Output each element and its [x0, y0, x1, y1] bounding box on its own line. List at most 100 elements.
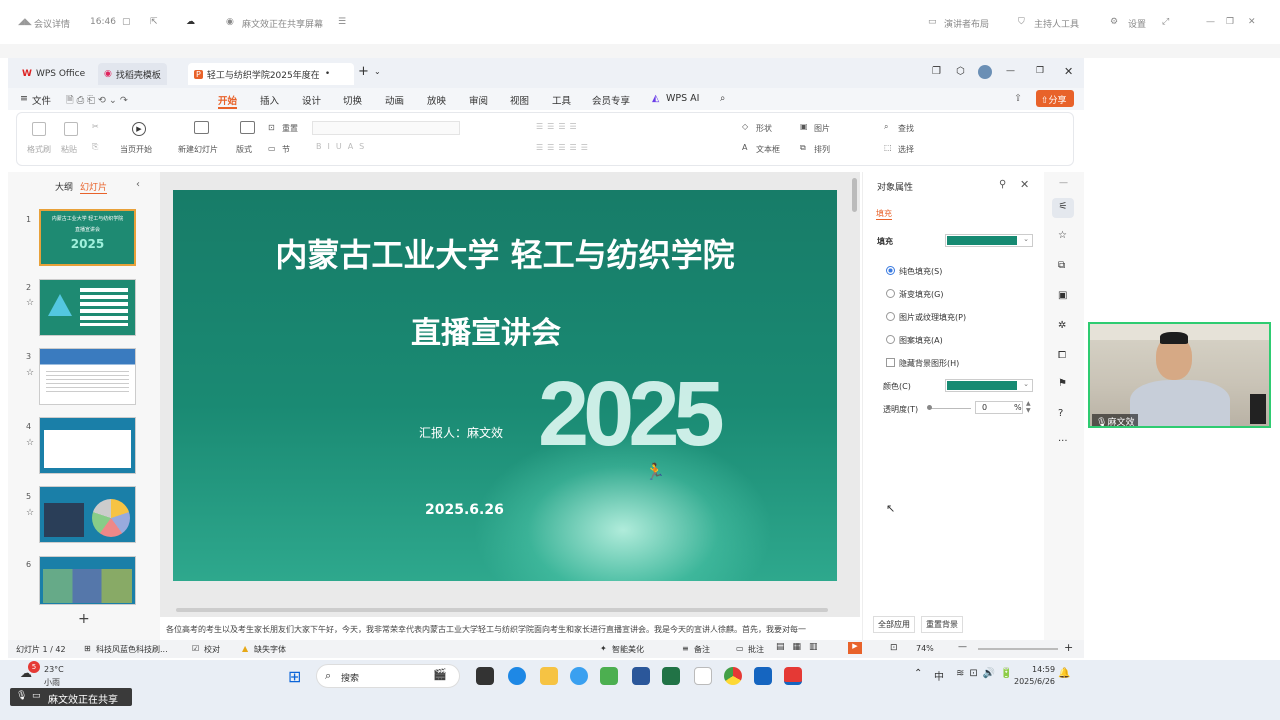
- slider-handle[interactable]: [927, 405, 932, 410]
- win-min-icon[interactable]: —: [1006, 66, 1015, 76]
- slide-title[interactable]: 内蒙古工业大学 轻工与纺织学院: [173, 230, 837, 276]
- notification-icon[interactable]: 🔔: [1058, 668, 1070, 679]
- reset-background-button[interactable]: 重置背景: [921, 616, 963, 633]
- tab-close-icon[interactable]: •: [325, 69, 330, 79]
- radio-pattern[interactable]: [886, 335, 895, 344]
- cut-icon[interactable]: ✂: [92, 122, 99, 131]
- host-tools-button[interactable]: 主持人工具: [1034, 17, 1079, 30]
- clock-time[interactable]: 14:59: [1032, 665, 1055, 674]
- taskbar-search[interactable]: ⌕ 搜索 🎬: [316, 664, 460, 688]
- menu-tools[interactable]: 工具: [552, 93, 571, 107]
- meeting-details[interactable]: 会议详情: [34, 17, 70, 30]
- wps-taskbar-icon[interactable]: [784, 667, 802, 685]
- excel-icon[interactable]: [662, 667, 680, 685]
- green-app-icon[interactable]: [600, 667, 618, 685]
- settings-button[interactable]: 设置: [1128, 17, 1146, 30]
- transparency-slider[interactable]: [929, 408, 971, 409]
- help-icon[interactable]: ?: [1058, 408, 1063, 419]
- color-select[interactable]: ⌄: [945, 379, 1033, 392]
- tray-chevron-icon[interactable]: ⌃: [914, 668, 922, 679]
- ime-indicator[interactable]: 中: [934, 668, 944, 683]
- share-button[interactable]: ⇧分享: [1036, 90, 1074, 107]
- menu-slideshow[interactable]: 放映: [427, 93, 446, 107]
- zoom-out-icon[interactable]: —: [958, 642, 967, 652]
- hamburger-icon[interactable]: ≡: [20, 93, 28, 104]
- slide-thumb-1[interactable]: 内蒙古工业大学 轻工与纺织学院 直播宣讲会 2025: [39, 209, 136, 266]
- slide-main[interactable]: 内蒙古工业大学 轻工与纺织学院 直播宣讲会 2025 🏃 汇报人：麻文效 202…: [173, 190, 837, 581]
- slide-thumb-3[interactable]: [39, 348, 136, 405]
- from-current-button[interactable]: 当页开始: [120, 144, 152, 155]
- layout-button[interactable]: 演讲者布局: [944, 17, 989, 30]
- radio-picture[interactable]: [886, 312, 895, 321]
- user-avatar[interactable]: [978, 65, 992, 79]
- new-slide-button[interactable]: 新建幻灯片: [178, 144, 218, 155]
- radio-solid[interactable]: [886, 266, 895, 275]
- frame-tool-icon[interactable]: ⧠: [1058, 350, 1066, 361]
- cube-icon[interactable]: ⬡: [956, 66, 965, 77]
- close-icon[interactable]: ✕: [1248, 17, 1256, 27]
- collapse-icon[interactable]: —: [1059, 178, 1068, 188]
- file-explorer-icon[interactable]: [540, 667, 558, 685]
- presenter-video[interactable]: 🎙麻文效: [1088, 322, 1271, 428]
- task-view-icon[interactable]: [476, 667, 494, 685]
- menu-transition[interactable]: 切换: [343, 93, 362, 107]
- fill-section-label[interactable]: 填充: [877, 236, 893, 247]
- align-buttons[interactable]: ☰☰☰☰☰: [536, 143, 592, 152]
- star-icon[interactable]: ☆: [26, 298, 34, 308]
- image-tool-icon[interactable]: ▣: [1058, 290, 1067, 301]
- section-button[interactable]: 节: [282, 144, 290, 155]
- new-slide-icon[interactable]: [194, 121, 209, 134]
- format-painter-icon[interactable]: [32, 122, 46, 136]
- slide-thumb-5[interactable]: [39, 486, 136, 543]
- tab-template[interactable]: ◉ 找稻壳模板: [98, 63, 167, 85]
- win-restore-icon[interactable]: ❐: [1036, 66, 1044, 76]
- beautify-button[interactable]: 智能美化: [612, 644, 644, 655]
- window-icon[interactable]: ▢: [122, 17, 131, 27]
- notes-button[interactable]: 备注: [694, 644, 710, 655]
- search-icon[interactable]: ⌕: [720, 93, 725, 104]
- star-icon[interactable]: ☆: [26, 368, 34, 378]
- tab-current-doc[interactable]: P 轻工与纺织学院2025年度在... •: [188, 63, 354, 85]
- star-icon[interactable]: ☆: [26, 438, 34, 448]
- chrome-icon[interactable]: [724, 667, 742, 685]
- paste-icon[interactable]: [64, 122, 78, 136]
- reset-button[interactable]: 重置: [282, 123, 298, 134]
- font-name-select[interactable]: [312, 121, 460, 135]
- flag-tool-icon[interactable]: ⚑: [1058, 378, 1067, 389]
- windows-start-icon[interactable]: ⊞: [288, 667, 301, 686]
- tab-slides[interactable]: 幻灯片: [80, 180, 108, 194]
- find-button[interactable]: 查找: [898, 123, 914, 134]
- play-slideshow-icon[interactable]: ▶: [848, 642, 862, 654]
- select-button[interactable]: 选择: [898, 144, 914, 155]
- popout-icon[interactable]: ⇱: [150, 17, 158, 27]
- fit-icon[interactable]: ⊡: [890, 643, 898, 653]
- apply-all-button[interactable]: 全部应用: [873, 616, 915, 633]
- meeting-app-icon[interactable]: [754, 667, 772, 685]
- fullscreen-icon[interactable]: ⤢: [1162, 17, 1169, 27]
- document-icon[interactable]: [694, 667, 712, 685]
- arrange-button[interactable]: 排列: [814, 144, 830, 155]
- edge-icon[interactable]: [508, 667, 526, 685]
- slide-thumb-6[interactable]: [39, 556, 136, 605]
- layout-button-ribbon[interactable]: 版式: [236, 144, 252, 155]
- menu-view[interactable]: 视图: [510, 93, 529, 107]
- menu-home[interactable]: 开始: [218, 93, 238, 109]
- paragraph-buttons[interactable]: ☰☰☰☰: [536, 122, 581, 131]
- more-icon[interactable]: ···: [1058, 436, 1068, 447]
- slide-year-graphic[interactable]: 2025: [538, 362, 725, 467]
- textbox-button[interactable]: 文本框: [756, 144, 780, 155]
- zoom-slider[interactable]: [978, 648, 1058, 650]
- tab-outline[interactable]: 大纲: [55, 180, 73, 193]
- proof-button[interactable]: 校对: [204, 644, 220, 655]
- radio-gradient[interactable]: [886, 289, 895, 298]
- star-tool-icon[interactable]: ☆: [1058, 230, 1067, 241]
- new-tab-icon[interactable]: +: [358, 64, 369, 79]
- collapse-panel-icon[interactable]: ‹: [136, 179, 140, 190]
- copy-tool-icon[interactable]: ⧉: [1058, 260, 1065, 271]
- layout-icon-ribbon[interactable]: [240, 121, 255, 134]
- tab-wps-office[interactable]: W WPS Office: [16, 63, 91, 85]
- quick-access-icons[interactable]: 🗎 ⎙ ⎗ ⟲ ⌄ ↷: [66, 93, 128, 109]
- minimize-icon[interactable]: —: [1206, 17, 1215, 27]
- mic-icon[interactable]: 🎙: [16, 691, 27, 701]
- gear-icon[interactable]: ⚙: [1110, 17, 1118, 27]
